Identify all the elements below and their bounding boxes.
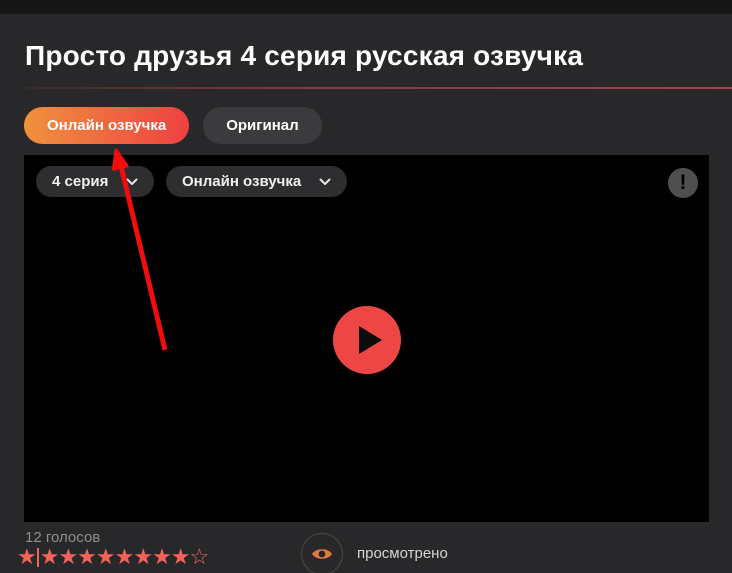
episode-dropdown-label: 4 серия (52, 173, 108, 190)
watched-label: просмотрено (357, 545, 448, 562)
exclamation-icon: ! (680, 172, 687, 193)
voice-dropdown-label: Онлайн озвучка (182, 173, 301, 190)
warning-button[interactable]: ! (668, 168, 698, 198)
star-filled[interactable]: ★ (17, 545, 36, 569)
video-player: 4 серия Онлайн озвучка ! (24, 155, 709, 522)
episode-dropdown[interactable]: 4 серия (36, 166, 154, 197)
tab-original[interactable]: Оригинал (203, 107, 321, 144)
eye-icon (310, 545, 334, 563)
voice-tabs: Онлайн озвучка Оригинал (24, 107, 322, 144)
chevron-down-icon (319, 178, 331, 186)
page-title: Просто друзья 4 серия русская озвучка (25, 40, 583, 72)
watched-toggle[interactable] (301, 533, 343, 573)
top-strip (0, 0, 732, 14)
star-empty[interactable]: ☆ (190, 545, 209, 569)
star-rating[interactable]: ★ ★★★★★★★★ ☆ (17, 545, 208, 569)
rating-caret (37, 548, 39, 567)
title-divider (25, 87, 732, 89)
play-icon (359, 326, 382, 354)
play-button[interactable] (333, 306, 401, 374)
voice-dropdown[interactable]: Онлайн озвучка (166, 166, 347, 197)
chevron-down-icon (126, 178, 138, 186)
stars-filled-group[interactable]: ★★★★★★★★ (40, 545, 190, 569)
page: Просто друзья 4 серия русская озвучка Он… (0, 0, 732, 573)
tab-online-voice[interactable]: Онлайн озвучка (24, 107, 189, 144)
